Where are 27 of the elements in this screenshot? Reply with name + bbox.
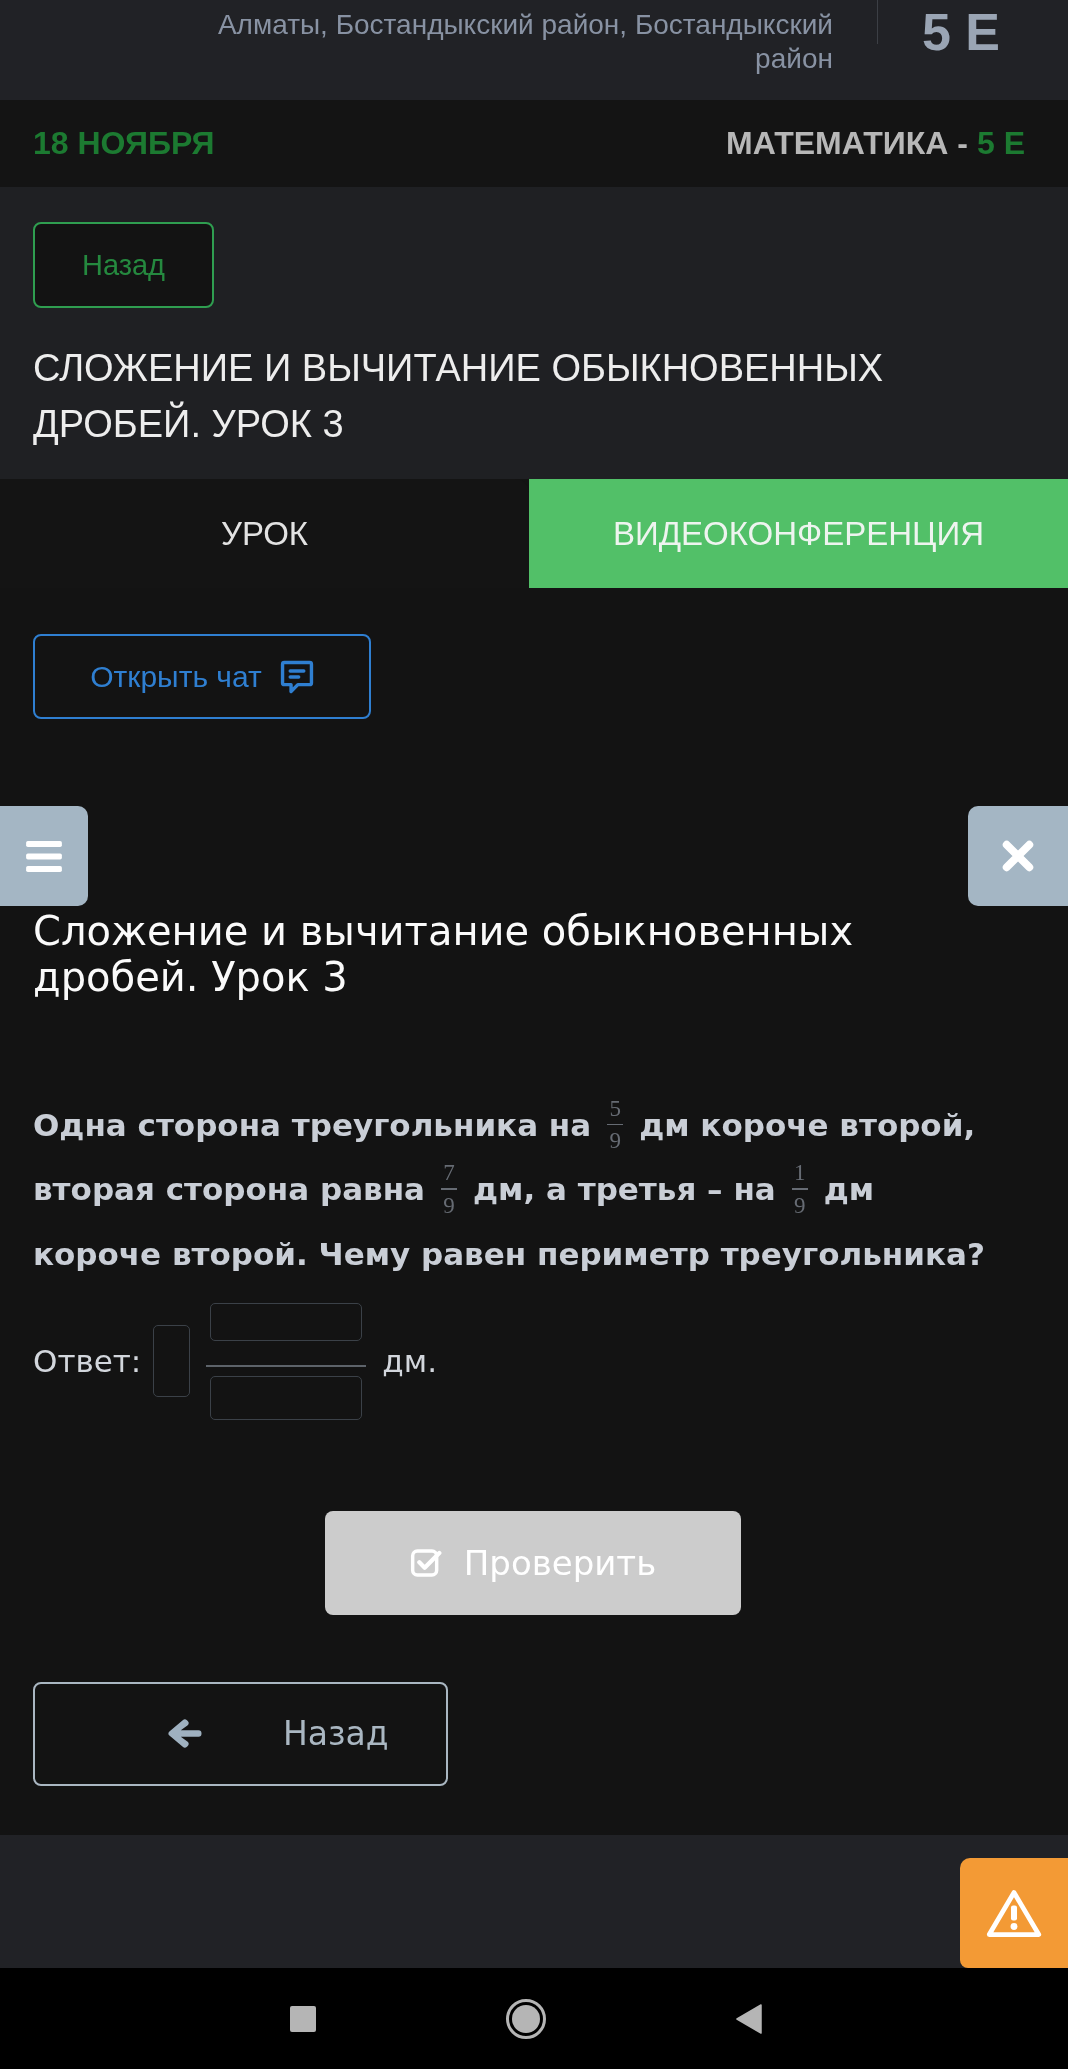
open-chat-button[interactable]: Открыть чат xyxy=(33,634,371,719)
warning-icon xyxy=(986,1888,1042,1938)
back-button[interactable]: Назад xyxy=(33,1681,448,1786)
subject-label: МАТЕМАТИКА - xyxy=(726,125,968,162)
triangle-icon[interactable] xyxy=(736,2003,762,2034)
checkbox-icon xyxy=(409,1546,442,1579)
class-label: 5 Е xyxy=(976,125,1025,162)
location-text: Алматы, Бостандыкский район, Бостандыкский район xyxy=(216,8,833,76)
close-button[interactable] xyxy=(968,806,1068,906)
report-button[interactable] xyxy=(960,1858,1068,1968)
answer-label: Ответ: xyxy=(33,1343,142,1379)
numerator-field[interactable] xyxy=(210,1302,363,1341)
date-label: 18 НОЯБРЯ xyxy=(33,125,215,162)
whole-number-field[interactable] xyxy=(153,1325,191,1397)
menu-button[interactable] xyxy=(0,806,88,906)
square-icon[interactable] xyxy=(290,2005,316,2032)
class-label: 5 Е xyxy=(921,2,1000,62)
chat-icon xyxy=(279,659,314,694)
circle-icon[interactable] xyxy=(506,1998,546,2039)
unit-label: дм. xyxy=(382,1343,437,1379)
task-title: Сложение и вычитание обыкновенных дробей. Урок 3 xyxy=(33,908,855,1000)
menu-icon xyxy=(26,840,62,872)
back-button[interactable]: Назад xyxy=(33,222,214,308)
denominator-field[interactable] xyxy=(210,1375,363,1420)
arrow-left-icon xyxy=(167,1717,203,1750)
close-icon xyxy=(1001,839,1035,873)
lesson-title: СЛОЖЕНИЕ И ВЫЧИТАНИЕ ОБЫКНОВЕННЫХ ДРОБЕЙ. УРОК 3 xyxy=(33,346,885,447)
